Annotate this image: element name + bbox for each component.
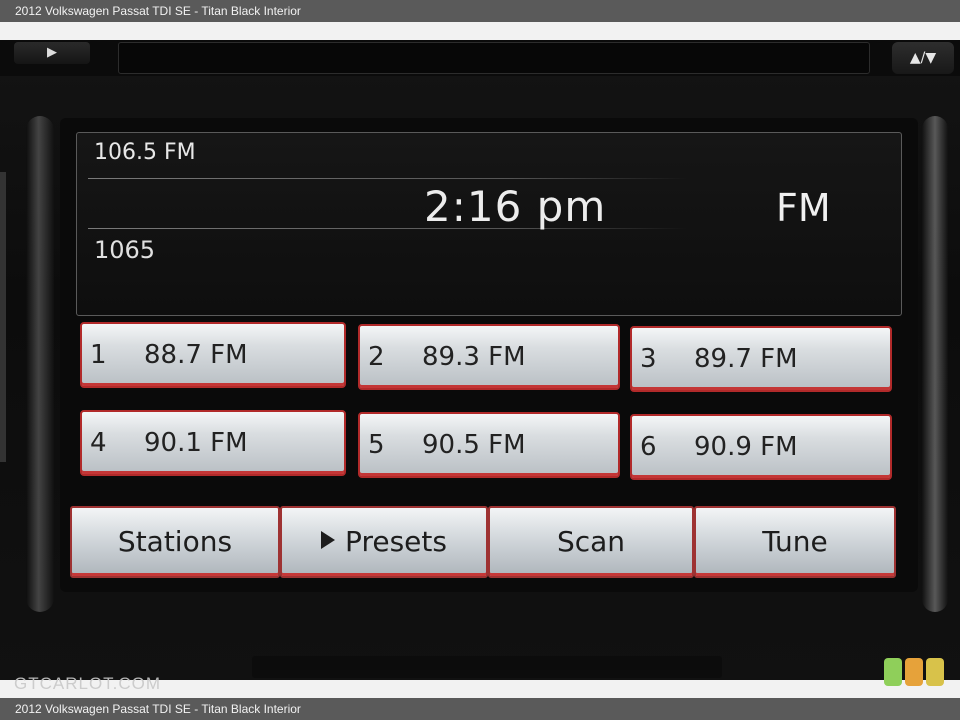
current-frequency: 106.5 FM bbox=[94, 140, 196, 165]
preset-button-3[interactable]: 3 89.7 FM bbox=[630, 326, 892, 392]
caption-top: 2012 Volkswagen Passat TDI SE - Titan Bl… bbox=[0, 0, 960, 22]
preset-frequency: 89.7 FM bbox=[694, 344, 798, 374]
photo: ▶ ▲/▼ 106.5 FM 2:16 pm FM 1065 1 88.7 FM… bbox=[0, 22, 960, 698]
orange-dot-icon bbox=[905, 658, 923, 686]
left-edge bbox=[0, 172, 6, 462]
preset-frequency: 88.7 FM bbox=[144, 340, 248, 370]
preset-button-6[interactable]: 6 90.9 FM bbox=[630, 414, 892, 480]
watermark-logo: GTCARLOT.COM bbox=[14, 674, 162, 693]
cd-slot bbox=[118, 42, 870, 74]
presets-label: Presets bbox=[345, 525, 447, 558]
bottom-slot bbox=[252, 656, 722, 678]
chrome-trim-left bbox=[26, 116, 54, 612]
band-indicator[interactable]: FM bbox=[776, 186, 831, 230]
preset-number: 5 bbox=[368, 430, 385, 460]
preset-button-5[interactable]: 5 90.5 FM bbox=[358, 412, 620, 478]
stations-button[interactable]: Stations bbox=[70, 506, 280, 578]
presets-button[interactable]: Presets bbox=[280, 506, 488, 578]
preset-frequency: 89.3 FM bbox=[422, 342, 526, 372]
preset-number: 6 bbox=[640, 432, 657, 462]
preset-frequency: 90.9 FM bbox=[694, 432, 798, 462]
eject-button[interactable]: ▶ bbox=[14, 42, 90, 64]
preset-number: 2 bbox=[368, 342, 385, 372]
chrome-trim-right bbox=[922, 116, 948, 612]
preset-button-4[interactable]: 4 90.1 FM bbox=[80, 410, 346, 476]
divider-line bbox=[88, 178, 688, 179]
preset-button-2[interactable]: 2 89.3 FM bbox=[358, 324, 620, 390]
tune-button[interactable]: Tune bbox=[694, 506, 896, 578]
clock-time: 2:16 pm bbox=[424, 182, 607, 231]
play-triangle-icon bbox=[321, 531, 336, 549]
preset-number: 3 bbox=[640, 344, 657, 374]
gallery-dots bbox=[884, 658, 946, 688]
station-id: 1065 bbox=[94, 236, 156, 264]
preset-number: 4 bbox=[90, 428, 107, 458]
yellow-dot-icon bbox=[926, 658, 944, 686]
caption-bottom: 2012 Volkswagen Passat TDI SE - Titan Bl… bbox=[0, 698, 960, 720]
preset-frequency: 90.1 FM bbox=[144, 428, 248, 458]
preset-frequency: 90.5 FM bbox=[422, 430, 526, 460]
scan-button[interactable]: Scan bbox=[488, 506, 694, 578]
up-down-button[interactable]: ▲/▼ bbox=[892, 42, 954, 74]
preset-button-1[interactable]: 1 88.7 FM bbox=[80, 322, 346, 388]
preset-number: 1 bbox=[90, 340, 107, 370]
green-dot-icon bbox=[884, 658, 902, 686]
